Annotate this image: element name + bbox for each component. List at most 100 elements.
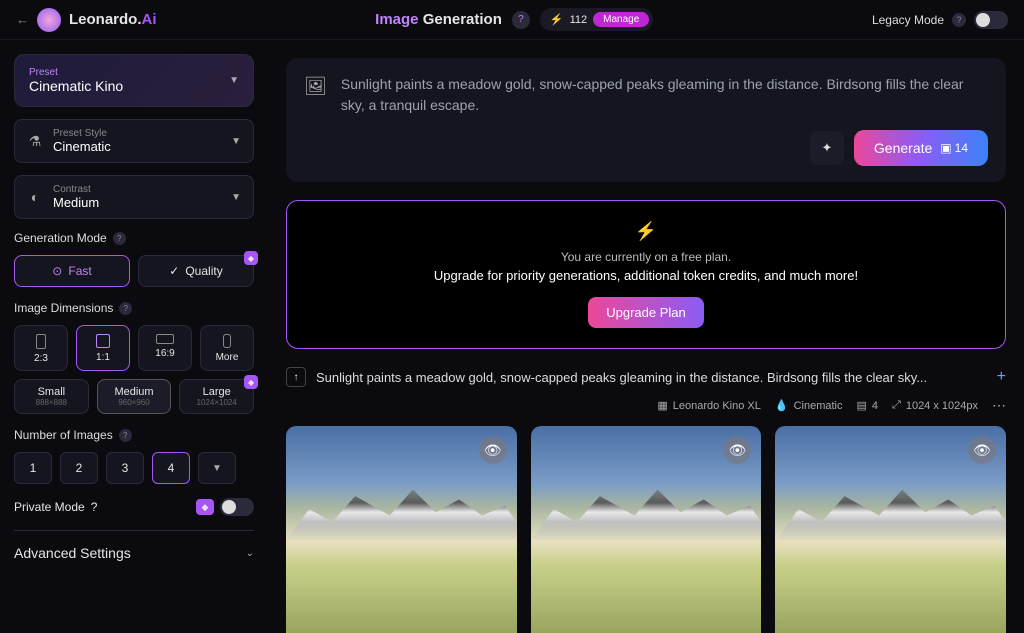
- num-4-button[interactable]: 4: [152, 452, 190, 484]
- number-of-images-label: Number of Images ?: [14, 428, 254, 442]
- upgrade-banner: ⚡ You are currently on a free plan. Upgr…: [286, 200, 1006, 349]
- contrast-value: Medium: [53, 195, 99, 210]
- private-mode-row: Private Mode ? ◆: [14, 498, 254, 516]
- credits-chip[interactable]: ⚡ 112 Manage: [540, 8, 653, 31]
- preview-icon[interactable]: 👁: [968, 436, 996, 464]
- contrast-eyebrow: Contrast: [53, 184, 99, 195]
- upload-icon[interactable]: ↑: [286, 367, 306, 387]
- token-icon: ▣: [940, 141, 951, 155]
- page-title: Image Generation: [375, 11, 502, 28]
- preset-style-selector[interactable]: ⚗ Preset Style Cinematic ▼: [14, 119, 254, 163]
- credits-icon: ⚡: [550, 13, 564, 26]
- meta-style: 💧Cinematic: [775, 399, 843, 412]
- premium-badge-icon: ◆: [196, 499, 214, 515]
- brand-name: Leonardo.Ai: [69, 11, 157, 28]
- ratio-16-9-button[interactable]: 16:9: [138, 325, 192, 371]
- preset-eyebrow: Preset: [29, 67, 123, 78]
- contrast-icon: ◐: [27, 189, 43, 205]
- private-mode-label: Private Mode: [14, 500, 85, 514]
- main-content: 🖼 Sunlight paints a meadow gold, snow-ca…: [268, 40, 1024, 633]
- result-image-2[interactable]: 👁: [531, 426, 762, 633]
- preview-icon[interactable]: 👁: [723, 436, 751, 464]
- chevron-down-icon: ▼: [212, 463, 222, 474]
- more-options-button[interactable]: ⋯: [992, 397, 1006, 414]
- meta-count: ▤4: [856, 399, 878, 412]
- legacy-help-icon[interactable]: ?: [952, 13, 966, 27]
- num-more-button[interactable]: ▼: [198, 452, 236, 484]
- generate-button[interactable]: Generate ▣ 14: [854, 130, 988, 166]
- add-button[interactable]: +: [997, 368, 1006, 386]
- result-header: ↑ Sunlight paints a meadow gold, snow-ca…: [286, 367, 1006, 387]
- ratio-more-button[interactable]: More: [200, 325, 254, 371]
- upgrade-line2: Upgrade for priority generations, additi…: [307, 268, 985, 283]
- help-icon[interactable]: ?: [91, 500, 98, 514]
- chevron-down-icon: ▼: [229, 75, 239, 86]
- title-image-word: Image: [375, 11, 418, 28]
- chevron-down-icon: ▼: [231, 136, 241, 147]
- help-icon[interactable]: ?: [113, 232, 126, 245]
- flask-icon: ⚗: [27, 133, 43, 150]
- ratio-2-3-button[interactable]: 2:3: [14, 325, 68, 371]
- upgrade-plan-button[interactable]: Upgrade Plan: [588, 297, 704, 328]
- prompt-input[interactable]: Sunlight paints a meadow gold, snow-capp…: [341, 74, 988, 116]
- help-icon[interactable]: ?: [512, 11, 530, 29]
- enhance-prompt-button[interactable]: ✦: [810, 131, 844, 165]
- help-icon[interactable]: ?: [119, 302, 132, 315]
- num-1-button[interactable]: 1: [14, 452, 52, 484]
- fast-mode-button[interactable]: ⊙ Fast: [14, 255, 130, 287]
- style-value: Cinematic: [53, 139, 111, 154]
- fast-icon: ⊙: [52, 264, 62, 278]
- brand-suffix: Ai: [142, 11, 157, 28]
- contrast-selector[interactable]: ◐ Contrast Medium ▼: [14, 175, 254, 219]
- quality-icon: ✓: [169, 264, 179, 278]
- chevron-down-icon: ⌄: [246, 548, 254, 559]
- premium-badge-icon: ◆: [244, 375, 258, 389]
- title-generation-word: Generation: [423, 11, 502, 28]
- image-icon: 🖼: [304, 76, 327, 97]
- generation-mode-label: Generation Mode ?: [14, 231, 254, 245]
- meta-model: ▦Leonardo Kino XL: [657, 399, 760, 412]
- result-image-3[interactable]: 👁: [775, 426, 1006, 633]
- image-dimensions-label: Image Dimensions ?: [14, 301, 254, 315]
- grid-icon: ▤: [856, 399, 866, 412]
- help-icon[interactable]: ?: [119, 429, 132, 442]
- expand-icon: ⤢: [892, 399, 901, 412]
- private-mode-toggle[interactable]: [220, 498, 254, 516]
- prompt-card: 🖼 Sunlight paints a meadow gold, snow-ca…: [286, 58, 1006, 182]
- generate-cost: ▣ 14: [940, 141, 968, 155]
- chevron-down-icon: ▼: [231, 192, 241, 203]
- bolt-icon: ⚡: [307, 221, 985, 242]
- preview-icon[interactable]: 👁: [479, 436, 507, 464]
- back-arrow-icon[interactable]: ←: [16, 12, 29, 27]
- sidebar: Preset Cinematic Kino ▼ ⚗ Preset Style C…: [0, 40, 268, 633]
- preset-value: Cinematic Kino: [29, 78, 123, 94]
- num-3-button[interactable]: 3: [106, 452, 144, 484]
- manage-button[interactable]: Manage: [593, 12, 649, 27]
- result-meta: ▦Leonardo Kino XL 💧Cinematic ▤4 ⤢1024 x …: [286, 397, 1006, 414]
- premium-badge-icon: ◆: [244, 251, 258, 265]
- model-icon: ▦: [657, 399, 667, 412]
- credits-count: 112: [570, 14, 588, 26]
- num-2-button[interactable]: 2: [60, 452, 98, 484]
- brand-prefix: Leonardo.: [69, 11, 142, 28]
- quality-mode-button[interactable]: ✓ Quality ◆: [138, 255, 254, 287]
- size-large-button[interactable]: Large 1024×1024 ◆: [179, 379, 254, 414]
- style-eyebrow: Preset Style: [53, 128, 111, 139]
- upgrade-line1: You are currently on a free plan.: [307, 250, 985, 264]
- app-header: ← Leonardo.Ai Image Generation ? ⚡ 112 M…: [0, 0, 1024, 40]
- preset-selector[interactable]: Preset Cinematic Kino ▼: [14, 54, 254, 107]
- header-center: Image Generation ? ⚡ 112 Manage: [157, 8, 872, 31]
- drop-icon: 💧: [775, 399, 789, 412]
- result-image-1[interactable]: 👁: [286, 426, 517, 633]
- size-medium-button[interactable]: Medium 960×960: [97, 379, 172, 414]
- size-small-button[interactable]: Small 888×888: [14, 379, 89, 414]
- legacy-mode-toggle[interactable]: [974, 11, 1008, 29]
- result-thumbnails: 👁 👁 👁: [286, 426, 1006, 633]
- result-prompt: Sunlight paints a meadow gold, snow-capp…: [316, 370, 987, 385]
- avatar[interactable]: [37, 8, 61, 32]
- advanced-settings-toggle[interactable]: Advanced Settings ⌄: [14, 530, 254, 561]
- legacy-mode-label: Legacy Mode: [872, 13, 944, 27]
- header-right: Legacy Mode ?: [872, 11, 1008, 29]
- ratio-1-1-button[interactable]: 1:1: [76, 325, 130, 371]
- meta-resolution: ⤢1024 x 1024px: [892, 399, 978, 412]
